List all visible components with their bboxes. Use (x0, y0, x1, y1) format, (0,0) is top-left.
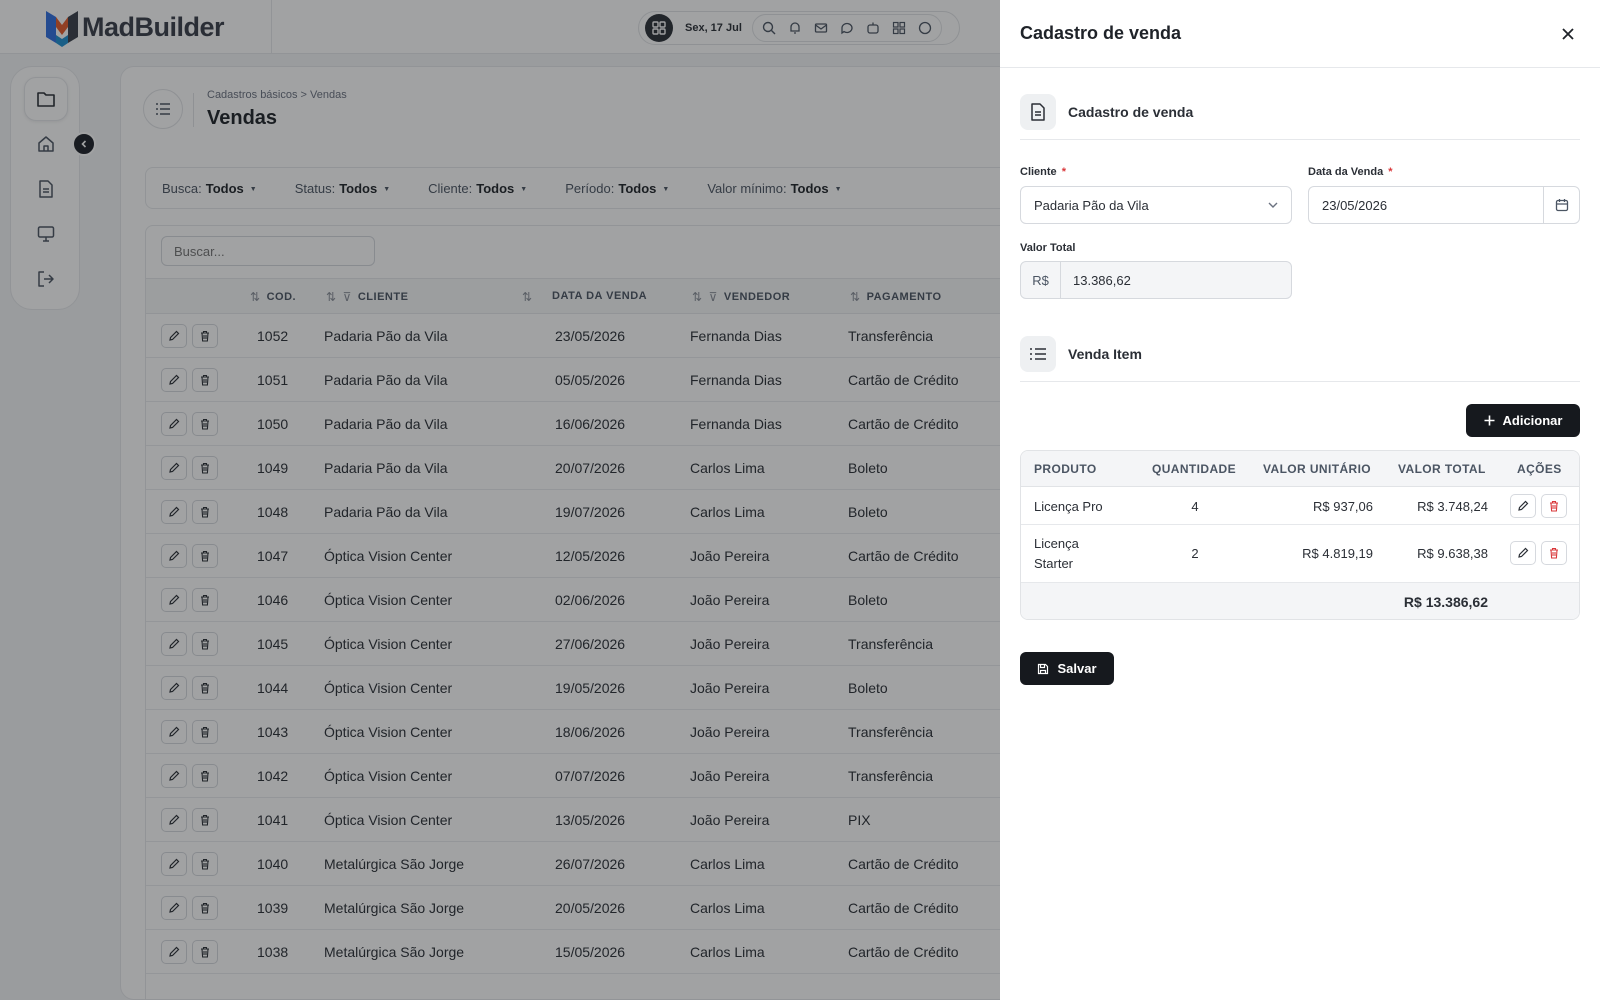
calendar-icon[interactable] (1543, 187, 1579, 223)
data-venda-input[interactable]: 23/05/2026 (1308, 186, 1580, 224)
item-valor-unitario: R$ 937,06 (1313, 499, 1373, 514)
save-icon (1038, 663, 1049, 674)
panel-title: Cadastro de venda (1020, 23, 1182, 43)
items-table: PRODUTO QUANTIDADE VALOR UNITÁRIO VALOR … (1020, 450, 1580, 620)
list-icon (1020, 336, 1056, 372)
edit-item-button[interactable] (1510, 494, 1536, 518)
add-label: Adicionar (1502, 413, 1563, 428)
required-mark: * (1061, 166, 1066, 178)
column-quantidade: QUANTIDADE (1152, 462, 1236, 476)
sale-form-panel: Cadastro de venda Cadastro de venda Clie… (1000, 0, 1600, 1000)
items-footer: R$ 13.386,62 (1021, 583, 1579, 619)
valor-total-value: 13.386,62 (1073, 272, 1131, 288)
item-row: Licença Pro 4 R$ 937,06 R$ 3.748,24 (1021, 487, 1579, 525)
close-button[interactable] (1558, 24, 1578, 44)
delete-item-button[interactable] (1541, 494, 1567, 518)
currency-prefix: R$ (1021, 262, 1061, 298)
section-title: Cadastro de venda (1068, 104, 1194, 120)
items-total: R$ 13.386,62 (1403, 594, 1488, 610)
edit-item-button[interactable] (1510, 541, 1536, 565)
pencil-icon (1518, 547, 1529, 558)
save-button[interactable]: Salvar (1020, 652, 1114, 685)
required-mark: * (1388, 166, 1393, 178)
section-title: Venda Item (1068, 346, 1142, 362)
section-header-venda-item: Venda Item (1020, 336, 1580, 382)
cliente-label: Cliente * (1020, 166, 1066, 178)
label-text: Data da Venda (1308, 166, 1384, 178)
item-quantidade: 4 (1191, 499, 1199, 514)
item-valor-total: R$ 9.638,38 (1417, 546, 1488, 561)
column-valor-unitario: VALOR UNITÁRIO (1263, 462, 1372, 476)
item-quantidade: 2 (1191, 546, 1199, 561)
valor-total-input[interactable]: R$ 13.386,62 (1020, 261, 1292, 299)
save-label: Salvar (1057, 661, 1097, 676)
items-header: PRODUTO QUANTIDADE VALOR UNITÁRIO VALOR … (1021, 451, 1579, 487)
data-venda-value: 23/05/2026 (1322, 197, 1388, 213)
cliente-value: Padaria Pão da Vila (1034, 197, 1149, 213)
add-item-button[interactable]: Adicionar (1466, 404, 1580, 437)
item-produto-line1: Licença (1034, 536, 1079, 551)
column-valor-total: VALOR TOTAL (1398, 462, 1486, 476)
column-produto: PRODUTO (1034, 462, 1097, 476)
item-valor-unitario: R$ 4.819,19 (1302, 546, 1373, 561)
document-icon (1020, 94, 1056, 130)
pencil-icon (1518, 500, 1529, 511)
item-produto-line2: Starter (1034, 556, 1074, 571)
close-icon (1562, 28, 1574, 40)
data-venda-label: Data da Venda * (1308, 166, 1392, 178)
panel-header: Cadastro de venda (1000, 0, 1600, 68)
item-produto: Licença Pro (1034, 499, 1103, 514)
label-text: Cliente (1020, 166, 1057, 178)
plus-icon (1484, 415, 1495, 426)
column-acoes: AÇÕES (1517, 462, 1562, 476)
section-header-cadastro: Cadastro de venda (1020, 94, 1580, 140)
chevron-down-icon (1268, 202, 1278, 208)
delete-item-button[interactable] (1541, 541, 1567, 565)
valor-total-label: Valor Total (1020, 242, 1076, 254)
trash-icon (1550, 500, 1558, 512)
cliente-select[interactable]: Padaria Pão da Vila (1020, 186, 1292, 224)
trash-icon (1550, 547, 1558, 559)
item-valor-total: R$ 3.748,24 (1417, 499, 1488, 514)
item-row: Licença Starter 2 R$ 4.819,19 R$ 9.638,3… (1021, 525, 1579, 583)
